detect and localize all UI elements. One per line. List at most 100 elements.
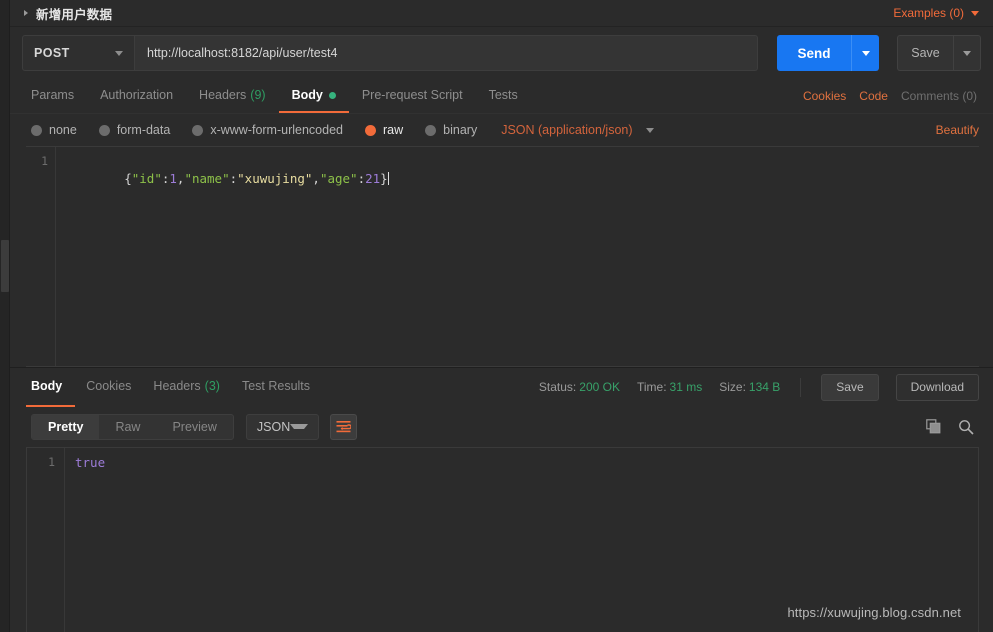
radio-icon (192, 124, 204, 136)
tab-label: Tests (488, 88, 518, 102)
request-tab-actions: Cookies Code Comments (0) (803, 79, 979, 113)
wrap-lines-button[interactable] (330, 413, 358, 440)
radio-label: x-www-form-urlencoded (210, 123, 343, 137)
json-token: 21 (365, 171, 381, 186)
response-format-select[interactable]: JSON (245, 413, 320, 440)
body-type-raw[interactable]: raw (365, 123, 403, 137)
request-body-editor[interactable]: 1 {"id":1,"name":"xuwujing","age":21} (26, 146, 979, 367)
radio-icon (31, 124, 42, 136)
response-tab-cookies[interactable]: Cookies (75, 368, 142, 407)
tab-label: Body (291, 88, 323, 102)
comments-link[interactable]: Comments (0) (901, 89, 977, 103)
response-body-text: true (75, 454, 106, 470)
send-options-button[interactable] (851, 35, 879, 71)
request-tabs: Params Authorization Headers (9) Body Pr… (10, 79, 993, 114)
tab-body[interactable]: Body (278, 79, 349, 113)
json-token: : (229, 171, 238, 186)
response-tab-body[interactable]: Body (26, 368, 76, 407)
json-token: } (380, 171, 388, 186)
collapse-caret-icon[interactable] (24, 10, 28, 16)
body-present-dot-icon (328, 91, 336, 99)
body-type-binary[interactable]: binary (425, 123, 477, 137)
chevron-down-icon (115, 50, 123, 56)
send-button[interactable]: Send (777, 35, 851, 71)
save-options-button[interactable] (953, 35, 981, 71)
body-type-none[interactable]: none (31, 123, 77, 137)
radio-icon (98, 124, 110, 136)
send-button-group: Send (777, 35, 879, 71)
content-type-select[interactable]: JSON (application/json) (501, 123, 654, 137)
tab-label: Params (31, 88, 75, 102)
response-meta: Status: 200 OK Time: 31 ms Size: 134 B Save… (539, 368, 979, 407)
tab-pre-request-script[interactable]: Pre-request Script (349, 79, 476, 113)
tab-label: Headers (199, 88, 247, 102)
request-url-input[interactable] (135, 35, 758, 71)
status-badge: Status: 200 OK (539, 380, 620, 394)
view-mode-preview[interactable]: Preview (156, 415, 232, 439)
save-request-button[interactable]: Save (897, 35, 953, 71)
body-type-selector: none form-data x-www-form-urlencoded raw… (10, 114, 993, 146)
json-token: "name" (184, 171, 230, 186)
tab-tests[interactable]: Tests (476, 79, 531, 113)
tab-authorization[interactable]: Authorization (87, 79, 186, 113)
url-bar: POST Send Save (10, 27, 993, 79)
response-tab-test-results[interactable]: Test Results (231, 368, 321, 407)
beautify-link[interactable]: Beautify (936, 123, 979, 137)
search-button[interactable] (958, 419, 974, 435)
radio-label: raw (383, 123, 404, 137)
radio-label: none (49, 123, 77, 137)
editor-gutter: 1 (26, 147, 56, 366)
title-bar-actions: Examples (0) (893, 6, 979, 20)
response-gutter: 1 (27, 447, 65, 632)
body-type-form-data[interactable]: form-data (98, 123, 170, 137)
sidebar-scrollbar-thumb[interactable] (1, 240, 9, 292)
view-mode-raw[interactable]: Raw (99, 415, 156, 439)
response-tabs-bar: Body Cookies Headers (3) Test Results St… (10, 366, 993, 407)
time-badge: Time: 31 ms (637, 380, 702, 394)
response-format-value: JSON (256, 419, 291, 434)
json-token: 1 (169, 171, 177, 186)
response-tab-headers[interactable]: Headers (3) (142, 368, 231, 407)
wrap-lines-icon (336, 421, 352, 433)
examples-link[interactable]: Examples (0) (893, 6, 964, 20)
time-label: Time: (636, 380, 667, 394)
tab-label: Test Results (241, 379, 311, 393)
code-link[interactable]: Code (859, 89, 888, 103)
response-view-mode-group: Pretty Raw Preview (31, 413, 234, 440)
json-token: : (357, 171, 366, 186)
size-badge: Size: 134 B (719, 380, 780, 394)
time-value: 31 ms (669, 380, 703, 394)
tab-params[interactable]: Params (24, 79, 87, 113)
tab-label: Headers (153, 379, 201, 393)
request-title-bar: 新增用户数据 Examples (0) (10, 0, 993, 27)
cookies-link[interactable]: Cookies (803, 89, 846, 103)
view-mode-label: Preview (172, 419, 217, 434)
response-toolbar-actions (926, 419, 979, 435)
tab-label: Authorization (100, 88, 174, 102)
postman-window: 新增用户数据 Examples (0) POST Send Save (0, 0, 993, 632)
json-body-line: {"id":1,"name":"xuwujing","age":21} (124, 171, 387, 186)
status-value: 200 OK (579, 380, 620, 394)
json-token: "id" (131, 171, 162, 186)
line-number: 1 (48, 454, 55, 469)
response-body-viewer[interactable]: 1 true https://xuwujing.blog.csdn.net (26, 446, 979, 632)
copy-button[interactable] (926, 419, 941, 434)
json-token: , (312, 171, 320, 186)
tab-count: (9) (250, 88, 266, 102)
save-response-button[interactable]: Save (821, 373, 879, 401)
tab-label: Body (31, 379, 63, 393)
editor-code-area[interactable]: {"id":1,"name":"xuwujing","age":21} (56, 147, 979, 366)
chevron-down-icon (861, 50, 870, 56)
tab-label: Pre-request Script (361, 88, 463, 102)
search-icon (959, 419, 974, 435)
text-cursor (387, 172, 389, 185)
tab-headers[interactable]: Headers (9) (186, 79, 279, 113)
body-type-urlencoded[interactable]: x-www-form-urlencoded (192, 123, 343, 137)
save-button-group: Save (897, 35, 981, 71)
response-view-toolbar: Pretty Raw Preview JSON (10, 406, 993, 447)
chevron-down-icon[interactable] (971, 10, 979, 16)
view-mode-pretty[interactable]: Pretty (32, 414, 100, 439)
http-method-select[interactable]: POST (22, 35, 135, 71)
download-response-button[interactable]: Download (895, 373, 979, 401)
json-token: { (124, 171, 132, 186)
